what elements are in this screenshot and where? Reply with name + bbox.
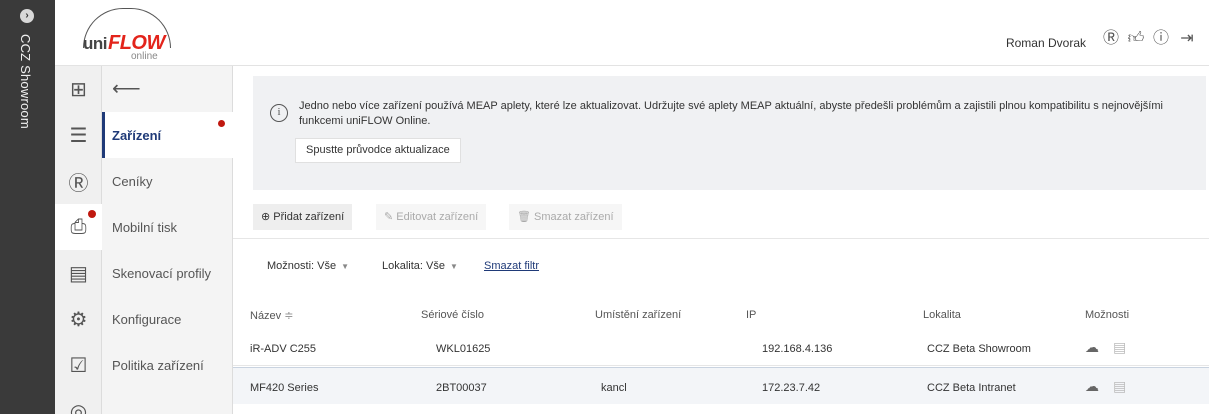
nav-item-mobile-print[interactable]: Mobilní tisk bbox=[102, 204, 233, 250]
options-filter[interactable]: Možnosti: Vše ▼ bbox=[267, 260, 349, 272]
logout-icon[interactable]: ⇥ bbox=[1177, 29, 1197, 49]
location-filter-label: Lokalita: Vše bbox=[382, 260, 445, 272]
document-icon: ▤ bbox=[69, 262, 88, 285]
uniflow-logo[interactable]: uni FLOW online bbox=[77, 8, 177, 62]
thumbs-up-icon[interactable]: 👍︎ bbox=[1126, 29, 1146, 49]
column-header-options: Možnosti bbox=[1085, 309, 1130, 321]
cell-ip: 172.23.7.42 bbox=[762, 382, 821, 394]
nav-item-device-policy[interactable]: Politika zařízení bbox=[102, 342, 233, 388]
caret-down-icon: ▼ bbox=[449, 262, 458, 271]
add-device-label: Přidat zařízení bbox=[273, 211, 345, 223]
info-icon: i bbox=[270, 104, 288, 122]
delete-device-button[interactable]: 🗑︎ Smazat zařízení bbox=[509, 204, 622, 230]
sub-navigation: ⟵ Zařízení Ceníky Mobilní tisk Skenovací… bbox=[102, 66, 233, 414]
printer-icon: ⎙ bbox=[70, 215, 87, 238]
cell-ip: 192.168.4.136 bbox=[762, 343, 833, 355]
nav-item-price-lists[interactable]: Ceníky bbox=[102, 158, 233, 204]
rail-documents[interactable]: ▤ bbox=[55, 250, 102, 296]
cell-location: CCZ Beta Intranet bbox=[927, 382, 1016, 394]
delete-device-label: Smazat zařízení bbox=[534, 211, 614, 223]
cloud-icon[interactable]: ☁ bbox=[1085, 378, 1099, 395]
column-header-name[interactable]: Název ≑ bbox=[250, 309, 293, 322]
documents-icon[interactable]: ▤ bbox=[1113, 378, 1126, 395]
nav-item-label: Mobilní tisk bbox=[112, 219, 178, 235]
cell-name: MF420 Series bbox=[250, 382, 319, 394]
more-icon: ◎ bbox=[69, 400, 88, 414]
documents-icon[interactable]: ▤ bbox=[1113, 339, 1126, 356]
location-filter[interactable]: Lokalita: Vše ▼ bbox=[382, 260, 458, 272]
logo-online-text: online bbox=[131, 51, 158, 62]
rail-checklist[interactable]: ☑ bbox=[55, 342, 102, 388]
settings-icon: ⚙ bbox=[69, 308, 88, 331]
start-update-wizard-button[interactable]: Spustte průvodce aktualizace bbox=[295, 138, 461, 163]
add-device-button[interactable]: ⊕ Přidat zařízení bbox=[253, 204, 353, 230]
nav-item-label: Skenovací profily bbox=[112, 265, 211, 281]
top-header: uni FLOW online Roman Dvorak Ⓡ 👍︎ ⓘ ⇥ bbox=[55, 0, 1209, 66]
column-header-ip[interactable]: IP bbox=[746, 309, 756, 321]
user-name[interactable]: Roman Dvorak bbox=[1006, 36, 1086, 50]
rail-more[interactable]: ◎ bbox=[55, 388, 102, 414]
user-circle-icon[interactable]: Ⓡ bbox=[1101, 29, 1121, 49]
nav-item-label: Politika zařízení bbox=[112, 357, 204, 373]
nav-item-devices[interactable]: Zařízení bbox=[102, 112, 233, 158]
cell-location: CCZ Beta Showroom bbox=[927, 343, 1031, 355]
options-filter-label: Možnosti: Vše bbox=[267, 260, 337, 272]
sort-icon: ≑ bbox=[284, 310, 294, 322]
back-arrow-icon[interactable]: ⟵ bbox=[112, 76, 141, 101]
notification-badge bbox=[88, 210, 96, 218]
nav-item-label: Zařízení bbox=[112, 127, 162, 143]
checklist-icon: ☑ bbox=[69, 354, 88, 377]
help-circle-icon[interactable]: ⓘ bbox=[1151, 29, 1171, 49]
edit-device-label: Editovat zařízení bbox=[396, 211, 479, 223]
stack-icon: ☰ bbox=[69, 124, 88, 147]
table-row[interactable]: iR-ADV C255 WKL01625 192.168.4.136 CCZ B… bbox=[233, 329, 1209, 366]
rail-dashboard[interactable]: ⊞ bbox=[55, 66, 102, 112]
notification-badge bbox=[218, 120, 225, 127]
nav-item-label: Ceníky bbox=[112, 173, 153, 189]
column-header-placement[interactable]: Umístění zařízení bbox=[595, 309, 681, 321]
meap-update-banner: i Jedno nebo více zařízení používá MEAP … bbox=[253, 76, 1206, 190]
clear-filter-link[interactable]: Smazat filtr bbox=[484, 260, 539, 272]
rail-users[interactable]: Ⓡ bbox=[55, 158, 102, 204]
cloud-icon[interactable]: ☁ bbox=[1085, 339, 1099, 356]
nav-item-scan-profiles[interactable]: Skenovací profily bbox=[102, 250, 233, 296]
tenant-strip: › CCZ Showroom bbox=[0, 0, 55, 414]
caret-down-icon: ▼ bbox=[341, 262, 350, 271]
cell-serial: WKL01625 bbox=[436, 343, 491, 355]
dashboard-icon: ⊞ bbox=[70, 78, 87, 101]
column-header-serial[interactable]: Sériové číslo bbox=[421, 309, 484, 321]
rail-devices[interactable]: ⎙ bbox=[55, 204, 102, 250]
trash-icon: 🗑︎ bbox=[517, 211, 531, 223]
icon-rail: ⊞ ☰ Ⓡ ⎙ ▤ ⚙ ☑ ◎ bbox=[55, 66, 102, 414]
plus-circle-icon: ⊕ bbox=[261, 211, 271, 223]
app-root: › CCZ Showroom uni FLOW online Roman Dvo… bbox=[0, 0, 1209, 414]
rail-settings[interactable]: ⚙ bbox=[55, 296, 102, 342]
edit-device-button[interactable]: ✎ Editovat zařízení bbox=[376, 204, 487, 230]
tenant-name[interactable]: CCZ Showroom bbox=[18, 34, 33, 129]
divider bbox=[233, 238, 1209, 239]
cell-placement: kancl bbox=[601, 382, 627, 394]
logo-uni-text: uni bbox=[83, 34, 108, 53]
nav-item-configuration[interactable]: Konfigurace bbox=[102, 296, 233, 342]
table-row[interactable]: MF420 Series 2BT00037 kancl 172.23.7.42 … bbox=[233, 367, 1209, 404]
user-circle-icon: Ⓡ bbox=[68, 172, 89, 195]
cell-name: iR-ADV C255 bbox=[250, 343, 317, 355]
column-header-label: Název bbox=[250, 310, 282, 322]
pencil-icon: ✎ bbox=[384, 211, 394, 223]
nav-item-label: Konfigurace bbox=[112, 311, 182, 327]
column-header-location[interactable]: Lokalita bbox=[923, 309, 961, 321]
chevron-circle-icon[interactable]: › bbox=[20, 9, 34, 23]
banner-message: Jedno nebo více zařízení používá MEAP ap… bbox=[299, 100, 1163, 127]
rail-stack[interactable]: ☰ bbox=[55, 112, 102, 158]
cell-serial: 2BT00037 bbox=[436, 382, 487, 394]
main-content: i Jedno nebo více zařízení používá MEAP … bbox=[233, 66, 1209, 414]
